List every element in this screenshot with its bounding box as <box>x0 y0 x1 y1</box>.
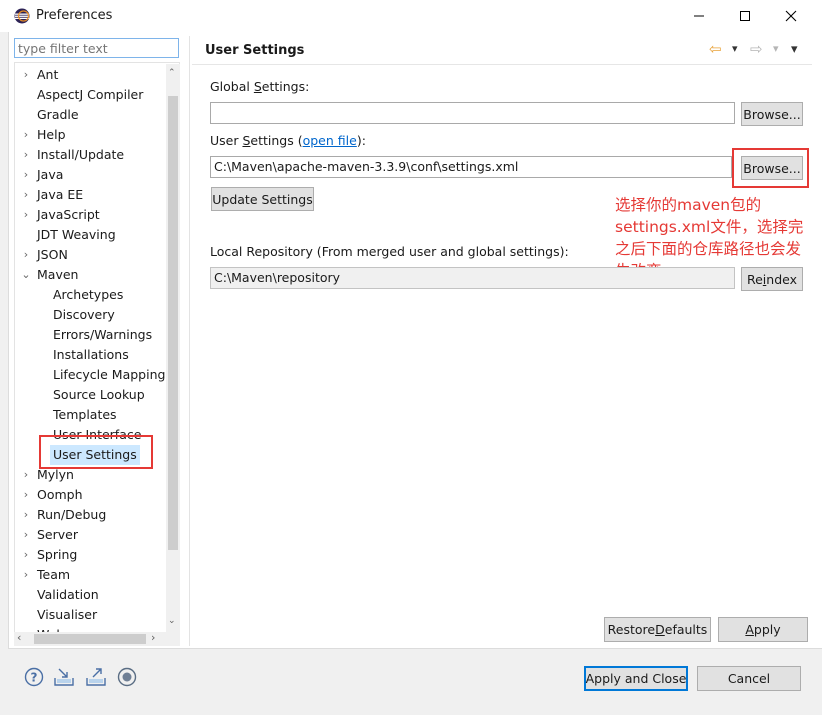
import-icon[interactable] <box>53 666 75 688</box>
close-icon <box>785 10 797 22</box>
svg-text:?: ? <box>31 671 38 685</box>
tree-item-label: Oomph <box>37 487 83 502</box>
tree-item-label: Validation <box>37 587 99 602</box>
scroll-right-arrow-icon[interactable]: › <box>151 631 155 644</box>
expand-right-icon[interactable]: › <box>21 165 31 185</box>
cancel-button[interactable]: Cancel <box>697 666 801 691</box>
annotation-line: 之后下面的仓库路径也会发 <box>615 240 802 258</box>
annotation-line: 选择你的maven包的 <box>615 196 762 214</box>
tree-item-label: Source Lookup <box>53 387 145 402</box>
expand-right-icon[interactable]: › <box>21 465 31 485</box>
tree-item-label: Gradle <box>37 107 79 122</box>
tree-horizontal-scroll-thumb[interactable] <box>34 634 146 644</box>
expand-right-icon[interactable]: › <box>21 505 31 525</box>
maximize-icon <box>740 11 750 21</box>
page-title: User Settings <box>205 43 305 58</box>
title-bar: Preferences <box>0 0 822 32</box>
tree-item-label: Installations <box>53 347 129 362</box>
user-settings-label: User Settings (open file): <box>210 133 366 148</box>
export-icon[interactable] <box>85 666 107 688</box>
tree-vertical-scroll-thumb[interactable] <box>168 96 178 550</box>
pane-divider[interactable] <box>189 36 190 646</box>
tree-item-label: Server <box>37 527 78 542</box>
oomph-record-icon[interactable] <box>116 666 138 688</box>
filter-input[interactable] <box>14 38 179 58</box>
expand-right-icon[interactable]: › <box>21 145 31 165</box>
tree-item-label: Help <box>37 127 66 142</box>
tree-item-label: Java <box>37 167 64 182</box>
tree-item-label: Lifecycle Mappings <box>53 367 172 382</box>
tree-item-label: Templates <box>53 407 117 422</box>
forward-dropdown-icon[interactable]: ▾ <box>773 42 779 55</box>
expand-right-icon[interactable]: › <box>21 545 31 565</box>
scroll-corner <box>166 632 180 646</box>
background-window-edge <box>0 0 9 715</box>
back-arrow-icon[interactable]: ⇦ <box>709 41 729 57</box>
tree-item-label: JSON <box>37 247 68 262</box>
tree-item-label: AspectJ Compiler <box>37 87 144 102</box>
expand-right-icon[interactable]: › <box>21 185 31 205</box>
close-button[interactable] <box>768 0 814 32</box>
view-menu-icon[interactable]: ▾ <box>791 42 798 57</box>
scroll-left-arrow-icon[interactable]: ‹ <box>17 631 21 644</box>
global-settings-field[interactable] <box>210 102 735 124</box>
user-settings-field[interactable]: C:\Maven\apache-maven-3.3.9\conf\setting… <box>210 156 732 178</box>
tree-item-label: Errors/Warnings <box>53 327 153 342</box>
annotation-line: settings.xml文件，选择完 <box>615 218 804 236</box>
tree-item-label: Team <box>37 567 71 582</box>
tree-item-label: JDT Weaving <box>37 227 116 242</box>
expand-right-icon[interactable]: › <box>21 245 31 265</box>
help-icon[interactable]: ? <box>23 666 45 688</box>
local-repository-field: C:\Maven\repository <box>210 267 735 289</box>
tree-item-label: Java EE <box>37 187 84 202</box>
tree-item-label: JavaScript <box>37 207 100 222</box>
expand-right-icon[interactable]: › <box>21 565 31 585</box>
minimize-button[interactable] <box>676 0 722 32</box>
expand-right-icon[interactable]: › <box>21 205 31 225</box>
local-repository-label: Local Repository (From merged user and g… <box>210 244 569 259</box>
tree-item-label: Install/Update <box>37 147 125 162</box>
eclipse-logo-icon <box>14 8 30 24</box>
reindex-button[interactable]: Re i ndex <box>741 267 803 291</box>
tree-item-label: Visualiser <box>37 607 98 622</box>
highlight-box-browse <box>732 148 809 188</box>
update-settings-button[interactable]: Update Settings <box>211 187 314 211</box>
maximize-button[interactable] <box>722 0 768 32</box>
expand-right-icon[interactable]: › <box>21 125 31 145</box>
open-file-link[interactable]: open file <box>303 133 357 148</box>
expand-right-icon[interactable]: › <box>21 65 31 85</box>
window-title: Preferences <box>36 8 113 23</box>
tree-item-label: Spring <box>37 547 78 562</box>
highlight-box-user-settings <box>39 435 153 469</box>
apply-and-close-button[interactable]: Apply and Close <box>584 666 688 691</box>
tree-item-label: Ant <box>37 67 59 82</box>
forward-arrow-icon[interactable]: ⇨ <box>750 41 770 57</box>
preference-tree: › Ant AspectJ Compiler Gradle › Help › Install/… <box>14 62 180 634</box>
global-browse-button[interactable]: Browse... <box>741 102 803 126</box>
tree-item-label: Archetypes <box>53 287 124 302</box>
expand-down-icon[interactable]: ⌄ <box>21 265 31 285</box>
minimize-icon <box>694 15 704 17</box>
expand-right-icon[interactable]: › <box>21 525 31 545</box>
global-settings-label: Global Settings: <box>210 79 310 94</box>
tree-item-label: Run/Debug <box>37 507 107 522</box>
expand-right-icon[interactable]: › <box>21 485 31 505</box>
scroll-up-arrow-icon[interactable]: ⌃ <box>168 68 176 78</box>
tree-item-label: Maven <box>37 267 79 282</box>
apply-button[interactable]: Apply <box>718 617 808 642</box>
back-dropdown-icon[interactable]: ▾ <box>732 42 738 55</box>
scroll-down-arrow-icon[interactable]: ⌄ <box>168 616 176 626</box>
header-separator <box>192 64 812 65</box>
restore-defaults-button[interactable]: Restore Defaults <box>604 617 711 642</box>
tree-item-label: Discovery <box>53 307 115 322</box>
